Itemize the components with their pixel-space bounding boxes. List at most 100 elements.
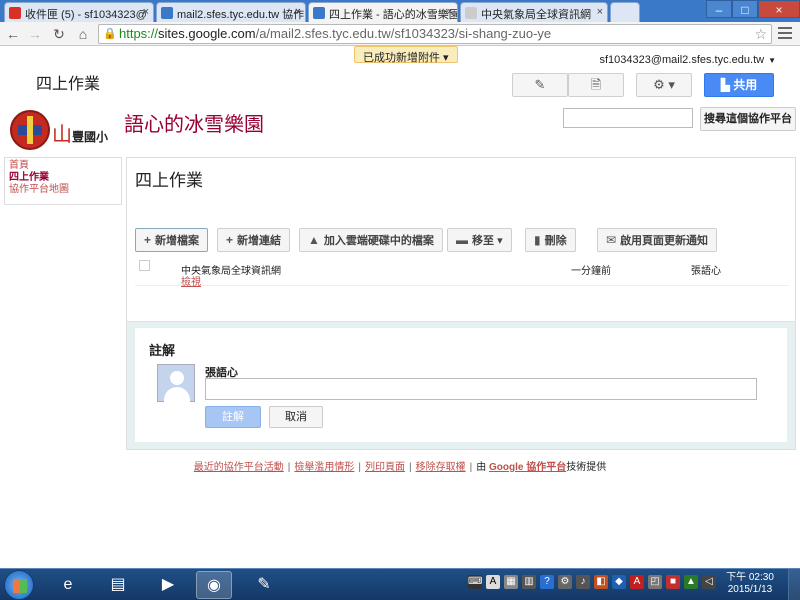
tray-network-icon[interactable]: ▲ [684, 575, 698, 589]
button-label: 新增檔案 [155, 235, 200, 247]
tab-current-page[interactable]: 四上作業 - 語心的冰雪樂園 × [308, 2, 458, 23]
page-footer: 最近的協作平台活動 | 檢舉濫用情形 | 列印頁面 | 移除存取權 | 由 Google 協作平… [193, 462, 607, 473]
close-icon[interactable]: × [295, 6, 301, 18]
maximize-icon[interactable]: □ [732, 0, 758, 18]
tab-gmail[interactable]: 收件匣 (5) - sf1034323@ × [4, 2, 154, 22]
file-owner: 張語心 [691, 266, 721, 277]
new-page-button[interactable]: 🗎 [568, 73, 624, 97]
explorer-folder-icon[interactable]: ▤ [100, 571, 136, 599]
sidebar-nav: 首頁 四上作業 協作平台地圖 [4, 157, 122, 205]
tray-settings-icon[interactable]: ⚙ [558, 575, 572, 589]
envelope-icon: ✉ [606, 233, 617, 247]
page-heading-top: 四上作業 [36, 76, 101, 93]
paint-icon[interactable]: ✎ [246, 571, 282, 599]
share-label: 共用 [733, 78, 758, 92]
start-button[interactable] [4, 570, 34, 600]
sidebar-item-current[interactable]: 四上作業 [9, 172, 117, 184]
chrome-icon[interactable]: ◉ [196, 571, 232, 599]
close-icon[interactable]: × [447, 6, 453, 18]
show-desktop-button[interactable] [788, 569, 800, 600]
windows-taskbar: e ▤ ▶ ◉ ✎ ⌨ A ▦ ▥ ? ⚙ ♪ ◧ ◆ A ◰ ■ ▲ ◁ 下午… [0, 568, 800, 600]
ie-icon[interactable]: e [50, 571, 86, 599]
caret-down-icon: ▼ [768, 56, 776, 65]
cancel-comment-button[interactable]: 取消 [269, 406, 323, 428]
site-name[interactable]: 語心的冰雪樂園 [124, 108, 264, 137]
gear-icon: ⚙ ▾ [653, 77, 675, 92]
tray-help-icon[interactable]: ? [540, 575, 554, 589]
minimize-icon[interactable]: – [706, 0, 732, 18]
more-actions-button[interactable]: ⚙ ▾ [636, 73, 692, 97]
edit-page-button[interactable]: ✎ [512, 73, 568, 97]
submit-comment-button[interactable]: 註解 [205, 406, 261, 428]
add-drive-file-button[interactable]: ▲ 加入雲端硬碟中的檔案 [299, 228, 443, 252]
comments-title: 註解 [149, 343, 176, 358]
folder-icon: ▬ [456, 233, 468, 247]
tray-pdf-icon[interactable]: A [630, 575, 644, 589]
tray-speaker-icon[interactable]: ◁ [702, 575, 716, 589]
sidebar-item-home[interactable]: 首頁 [9, 160, 117, 172]
home-icon[interactable]: ⌂ [74, 25, 92, 43]
taskbar-clock[interactable]: 下午 02:30 2015/1/13 [722, 572, 778, 596]
back-arrow-icon[interactable]: ← [4, 25, 22, 43]
share-icon: ▙ [720, 78, 734, 92]
subscribe-updates-button[interactable]: ✉ 啟用頁面更新通知 [597, 228, 718, 252]
sites-icon [313, 7, 325, 19]
tray-app-icon[interactable]: ▦ [504, 575, 518, 589]
main-content: 四上作業 + 新增檔案 + 新增連結 ▲ 加入雲端硬碟中的檔案 ▬ 移至 ▾ ▮ 刪除 ✉… [126, 157, 796, 450]
window-close-icon[interactable]: × [758, 0, 800, 18]
tray-ime-icon[interactable]: A [486, 575, 500, 589]
notification-banner[interactable]: 已成功新增附件 ▾ [354, 46, 458, 64]
footer-recent-activity-link[interactable]: 最近的協作平台活動 [194, 462, 284, 473]
powered-suffix: 技術提供 [566, 462, 607, 473]
footer-print-link[interactable]: 列印頁面 [365, 462, 405, 473]
school-logo[interactable]: 山豐國小 [10, 110, 116, 150]
page-icon [465, 7, 477, 19]
forward-arrow-icon[interactable]: → [26, 25, 44, 43]
share-button[interactable]: ▙ 共用 [704, 73, 774, 97]
add-file-button[interactable]: + 新增檔案 [135, 228, 209, 252]
clock-date: 2015/1/13 [727, 584, 773, 595]
bookmark-star-icon[interactable]: ☆ [754, 25, 767, 43]
sites-icon [161, 7, 173, 19]
tray-volume-icon[interactable]: ♪ [576, 575, 590, 589]
comment-input[interactable] [205, 378, 757, 400]
tray-app-icon[interactable]: ▥ [522, 575, 536, 589]
tray-app-icon[interactable]: ◰ [648, 575, 662, 589]
google-sites-link[interactable]: Google 協作平台 [489, 462, 566, 473]
media-player-icon[interactable]: ▶ [150, 571, 186, 599]
tray-app-icon[interactable]: ◆ [612, 575, 626, 589]
powered-prefix: 由 [476, 462, 487, 473]
button-label: 啟用頁面更新通知 [620, 235, 709, 247]
close-icon[interactable]: × [597, 6, 603, 18]
site-search-input[interactable] [563, 108, 693, 128]
tab-label: 中央氣象局全球資訊網 [481, 9, 591, 21]
close-icon[interactable]: × [143, 6, 149, 18]
footer-report-abuse-link[interactable]: 檢舉濫用情形 [294, 462, 354, 473]
url-host: sites.google.com [158, 26, 256, 41]
address-bar[interactable]: 🔒 https://sites.google.com/a/mail2.sfes.… [98, 24, 772, 44]
row-checkbox[interactable] [139, 260, 150, 271]
sidebar-item-sitemap[interactable]: 協作平台地圖 [9, 184, 117, 196]
view-link[interactable]: 檢視 [181, 273, 201, 288]
delete-button[interactable]: ▮ 刪除 [525, 228, 576, 252]
plus-icon: + [144, 233, 152, 247]
gmail-icon [9, 7, 21, 19]
new-tab-button[interactable] [610, 2, 640, 22]
user-account-menu[interactable]: sf1034323@mail2.sfes.tyc.edu.tw ▼ [599, 54, 776, 66]
footer-remove-access-link[interactable]: 移除存取權 [416, 462, 466, 473]
page-title: 四上作業 [135, 171, 203, 190]
tab-label: 四上作業 - 語心的冰雪樂園 [329, 9, 458, 21]
tray-app-icon[interactable]: ◧ [594, 575, 608, 589]
tab-sites-admin[interactable]: mail2.sfes.tyc.edu.tw 協作 × [156, 2, 306, 22]
tray-keyboard-icon[interactable]: ⌨ [468, 575, 482, 589]
browser-menu-icon[interactable] [778, 27, 792, 39]
tab-weather[interactable]: 中央氣象局全球資訊網 × [460, 2, 608, 22]
pencil-icon: ✎ [534, 77, 546, 92]
button-label: 刪除 [544, 235, 567, 247]
tray-app-icon[interactable]: ■ [666, 575, 680, 589]
site-search-button[interactable]: 搜尋這個協作平台 [700, 107, 796, 131]
move-to-button[interactable]: ▬ 移至 ▾ [447, 228, 512, 252]
reload-icon[interactable]: ↻ [50, 25, 68, 43]
chevron-down-icon: ▾ [497, 235, 503, 247]
add-link-button[interactable]: + 新增連結 [217, 228, 291, 252]
